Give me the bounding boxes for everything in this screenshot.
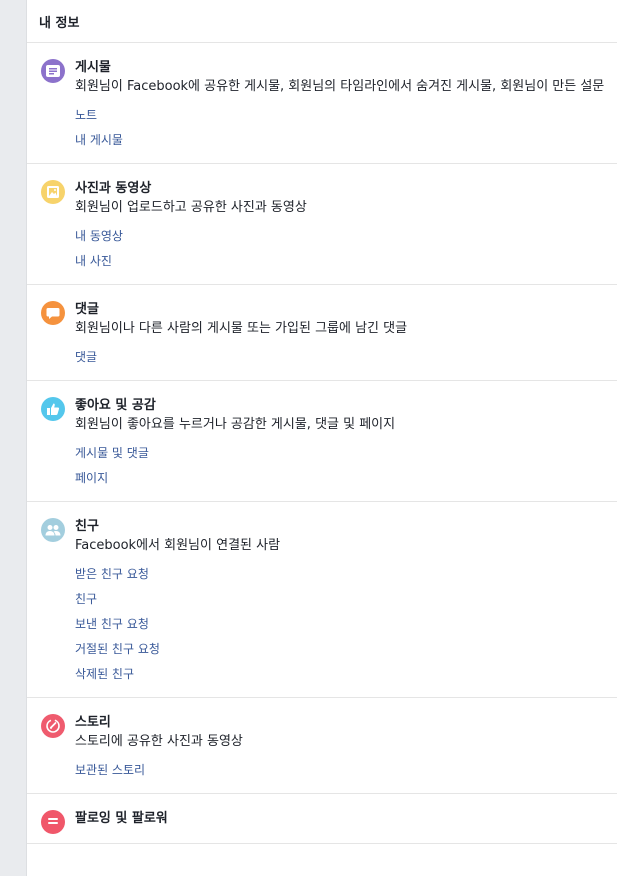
section-posts: 게시물 회원님이 Facebook에 공유한 게시물, 회원님의 타임라인에서 … [27, 43, 617, 164]
photos-icon [41, 180, 65, 204]
posts-icon [41, 59, 65, 83]
section-title: 좋아요 및 공감 [75, 398, 156, 413]
link-notes[interactable]: 노트 [75, 107, 606, 124]
stories-icon [41, 714, 65, 738]
section-description: 회원님이 업로드하고 공유한 사진과 동영상 [75, 200, 307, 215]
like-icon [41, 397, 65, 421]
link-friends[interactable]: 친구 [75, 591, 606, 608]
section-title: 스토리 [75, 715, 111, 730]
section-description: 회원님이 Facebook에 공유한 게시물, 회원님의 타임라인에서 숨겨진 … [75, 79, 605, 94]
section-description: Facebook에서 회원님이 연결된 사람 [75, 538, 281, 553]
section-description: 스토리에 공유한 사진과 동영상 [75, 734, 243, 749]
section-description: 회원님이나 다른 사람의 게시물 또는 가입된 그룹에 남긴 댓글 [75, 321, 408, 336]
link-my-photos[interactable]: 내 사진 [75, 253, 606, 270]
section-title: 친구 [75, 519, 99, 534]
section-photos-videos: 사진과 동영상 회원님이 업로드하고 공유한 사진과 동영상 내 동영상 내 사… [27, 164, 617, 285]
section-likes-reactions: 좋아요 및 공감 회원님이 좋아요를 누르거나 공감한 게시물, 댓글 및 페이… [27, 381, 617, 502]
section-title: 팔로잉 및 팔로워 [75, 811, 168, 826]
link-my-videos[interactable]: 내 동영상 [75, 228, 606, 245]
section-title: 댓글 [75, 302, 99, 317]
section-friends: 친구 Facebook에서 회원님이 연결된 사람 받은 친구 요청 친구 보낸… [27, 502, 617, 698]
link-archived-stories[interactable]: 보관된 스토리 [75, 762, 606, 779]
comment-icon [41, 301, 65, 325]
link-posts-and-comments[interactable]: 게시물 및 댓글 [75, 445, 606, 462]
section-following-followers: 팔로잉 및 팔로워 [27, 794, 617, 844]
link-received-friend-requests[interactable]: 받은 친구 요청 [75, 566, 606, 583]
link-removed-friends[interactable]: 삭제된 친구 [75, 666, 606, 683]
section-description: 회원님이 좋아요를 누르거나 공감한 게시물, 댓글 및 페이지 [75, 417, 396, 432]
panel-title: 내 정보 [27, 0, 617, 43]
link-pages[interactable]: 페이지 [75, 470, 606, 487]
following-icon [41, 810, 65, 834]
section-stories: 스토리 스토리에 공유한 사진과 동영상 보관된 스토리 [27, 698, 617, 794]
link-comments[interactable]: 댓글 [75, 349, 606, 366]
section-comments: 댓글 회원님이나 다른 사람의 게시물 또는 가입된 그룹에 남긴 댓글 댓글 [27, 285, 617, 381]
section-title: 사진과 동영상 [75, 181, 152, 196]
my-info-panel: 내 정보 게시물 회원님이 Facebook에 공유한 게시물, 회원님의 타임… [26, 0, 617, 876]
link-sent-friend-requests[interactable]: 보낸 친구 요청 [75, 616, 606, 633]
friends-icon [41, 518, 65, 542]
link-my-posts[interactable]: 내 게시물 [75, 132, 606, 149]
link-declined-friend-requests[interactable]: 거절된 친구 요청 [75, 641, 606, 658]
section-title: 게시물 [75, 60, 111, 75]
